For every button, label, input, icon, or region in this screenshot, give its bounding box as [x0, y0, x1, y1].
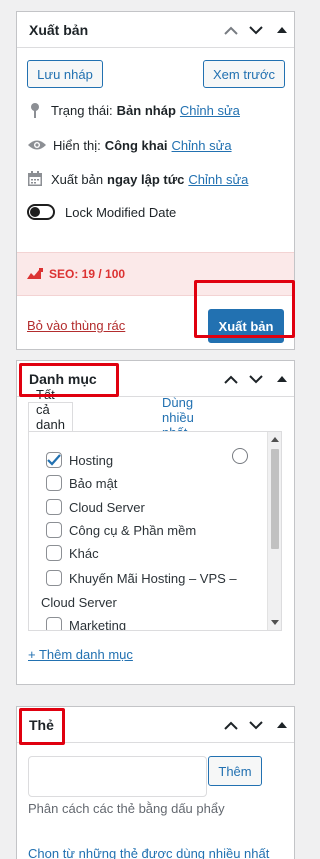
category-checkbox[interactable] — [46, 475, 62, 491]
schedule-edit-link[interactable]: Chỉnh sửa — [188, 172, 248, 187]
category-item[interactable]: Khác — [46, 543, 99, 563]
category-checkbox[interactable] — [46, 522, 62, 538]
category-label: Khác — [69, 545, 99, 561]
visibility-row: Hiển thị: Công khai Chỉnh sửa — [27, 135, 232, 155]
lock-modified-label: Lock Modified Date — [65, 204, 177, 220]
status-label: Trạng thái: — [51, 102, 113, 118]
add-new-category-link[interactable]: + Thêm danh mục — [28, 647, 133, 662]
move-to-trash-link[interactable]: Bỏ vào thùng rác — [27, 318, 125, 333]
toggle-panel-icon[interactable] — [270, 713, 294, 737]
category-item[interactable]: Công cụ & Phần mềm — [46, 520, 196, 540]
schedule-value: ngay lập tức — [107, 171, 185, 187]
toggle-panel-icon[interactable] — [270, 367, 294, 391]
category-item[interactable]: Cloud Server — [46, 497, 145, 517]
toggle-knob — [30, 207, 40, 217]
calendar-icon — [27, 170, 43, 188]
category-label: Cloud Server — [69, 499, 145, 515]
category-item[interactable]: Bảo mật — [46, 473, 117, 493]
preview-button[interactable]: Xem trước — [203, 60, 285, 88]
lock-modified-row: Lock Modified Date — [27, 202, 176, 222]
tab-all-categories[interactable]: Tất cả danh mục — [28, 387, 73, 447]
category-label-continued: Cloud Server — [41, 595, 117, 610]
publish-box-title: Xuất bản — [29, 22, 89, 38]
scroll-down-arrow-icon[interactable] — [271, 620, 279, 625]
categories-box: Danh mục Tất cả danh mục Dùng nhiều nhất… — [16, 360, 295, 685]
visibility-edit-link[interactable]: Chỉnh sửa — [172, 138, 232, 153]
eye-icon — [27, 136, 47, 154]
scroll-up-arrow-icon[interactable] — [271, 437, 279, 442]
move-down-icon[interactable] — [244, 367, 268, 391]
category-checkbox[interactable] — [46, 545, 62, 561]
tag-input[interactable] — [28, 756, 207, 797]
toggle-panel-icon[interactable] — [270, 18, 294, 42]
seo-score-icon — [27, 268, 43, 280]
schedule-row: Xuất bản ngay lập tức Chỉnh sửa — [27, 169, 248, 189]
category-label: Khuyến Mãi Hosting – VPS – — [69, 570, 237, 586]
category-checkbox[interactable] — [46, 570, 62, 586]
categories-box-title: Danh mục — [29, 371, 97, 387]
category-item[interactable]: Hosting — [46, 450, 113, 470]
category-label: Hosting — [69, 452, 114, 468]
publish-button[interactable]: Xuất bản — [208, 309, 284, 343]
pin-icon — [27, 101, 43, 119]
add-tag-button[interactable]: Thêm — [208, 756, 262, 786]
seo-score-text: SEO: 19 / 100 — [49, 267, 126, 281]
move-up-icon[interactable] — [219, 713, 243, 737]
lock-modified-toggle[interactable] — [27, 204, 55, 220]
move-down-icon[interactable] — [244, 18, 268, 42]
tag-help-text: Phân cách các thẻ bằng dấu phẩy — [28, 801, 225, 816]
category-checkbox[interactable] — [46, 499, 62, 515]
category-label: Marketing — [69, 617, 127, 631]
move-up-icon[interactable] — [219, 18, 243, 42]
tags-box-title: Thẻ — [29, 717, 54, 733]
tab-most-used[interactable]: Dùng nhiều nhất — [155, 395, 201, 440]
category-checkbox[interactable] — [46, 452, 62, 468]
publish-box: Xuất bản Lưu nháp Xem trước Trạng thái: … — [16, 11, 295, 350]
category-scrollbar[interactable] — [267, 432, 281, 630]
checkmark-icon — [47, 454, 61, 466]
scroll-thumb[interactable] — [271, 449, 279, 549]
status-value: Bản nháp — [116, 102, 176, 118]
move-up-icon[interactable] — [219, 367, 243, 391]
category-checklist[interactable]: Hosting Bảo mật Cloud Server Công cụ & P… — [28, 431, 282, 631]
category-label: Công cụ & Phần mềm — [69, 522, 197, 538]
tags-box-header: Thẻ — [17, 707, 294, 743]
publish-box-header: Xuất bản — [17, 12, 294, 48]
save-draft-button[interactable]: Lưu nháp — [27, 60, 103, 88]
schedule-label: Xuất bản — [51, 171, 104, 187]
primary-category-radio[interactable] — [232, 448, 248, 464]
status-edit-link[interactable]: Chỉnh sửa — [180, 103, 240, 118]
category-label: Bảo mật — [69, 475, 118, 491]
status-row: Trạng thái: Bản nháp Chỉnh sửa — [27, 100, 240, 120]
category-checkbox[interactable] — [46, 617, 62, 630]
choose-popular-tags-link[interactable]: Chọn từ những thẻ được dùng nhiều nhất — [28, 846, 269, 859]
visibility-label: Hiển thị: — [53, 137, 101, 153]
seo-score-bar: SEO: 19 / 100 — [17, 252, 294, 296]
visibility-value: Công khai — [104, 137, 168, 153]
move-down-icon[interactable] — [244, 713, 268, 737]
category-item[interactable]: Marketing — [46, 615, 127, 631]
category-item[interactable]: Khuyến Mãi Hosting – VPS – — [46, 568, 237, 588]
